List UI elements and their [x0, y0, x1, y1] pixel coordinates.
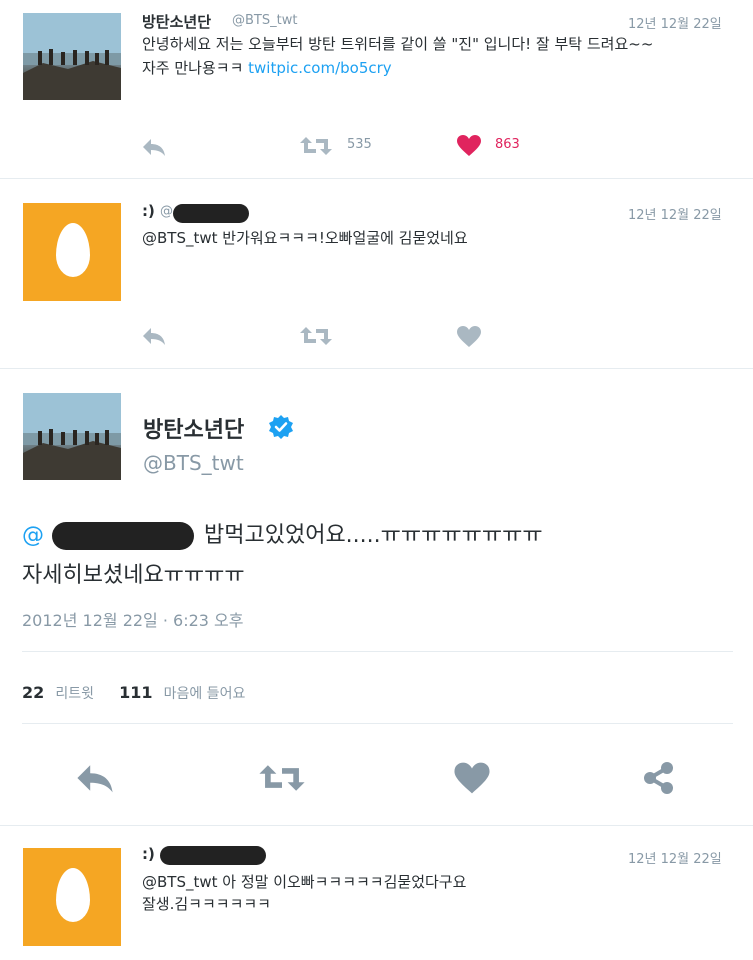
display-name[interactable]: 방탄소년단	[142, 11, 211, 32]
tweet-date[interactable]: 12년 12월 22일	[628, 13, 722, 32]
redacted-handle	[160, 846, 266, 865]
default-egg-avatar[interactable]	[23, 848, 121, 946]
reply-icon[interactable]	[141, 137, 167, 157]
tweet-link[interactable]: twitpic.com/bo5cry	[248, 59, 392, 77]
mention-link[interactable]: @	[22, 523, 44, 548]
tweet-text: 안녕하세요 저는 오늘부터 방탄 트위터를 같이 쓸 "진" 입니다! 잘 부탁…	[142, 35, 654, 53]
retweet-icon[interactable]	[299, 325, 333, 347]
tweet-date[interactable]: 12년 12월 22일	[628, 848, 722, 867]
tweet-text-line2: 잘생.김ㅋㅋㅋㅋㅋㅋ	[142, 895, 271, 913]
tweet-text-fragment: 밥먹고있었어요.....ㅠㅠㅠㅠㅠㅠㅠㅠ	[204, 523, 543, 548]
user-handle[interactable]: @	[160, 204, 173, 219]
verified-badge-icon	[269, 415, 293, 439]
heart-icon[interactable]	[453, 761, 491, 795]
like-label[interactable]: 마음에 들어요	[164, 686, 246, 702]
retweet-count[interactable]: 22	[22, 683, 44, 702]
like-count[interactable]: 111	[119, 683, 152, 702]
display-name[interactable]: 방탄소년단	[143, 412, 244, 444]
tweet-date[interactable]: 12년 12월 22일	[628, 204, 722, 223]
tweet-text-line2: 자주 만나용ㅋㅋ twitpic.com/bo5cry	[142, 57, 392, 79]
tweet-timestamp[interactable]: 2012년 12월 22일 · 6:23 오후	[22, 607, 243, 631]
divider	[0, 825, 753, 826]
tweet-stats: 22 리트윗 111 마음에 들어요	[22, 683, 245, 703]
divider	[22, 723, 733, 724]
like-count[interactable]: 863	[495, 137, 520, 152]
divider	[0, 368, 753, 369]
display-name[interactable]: :)	[142, 202, 155, 220]
reply-icon[interactable]	[73, 762, 117, 794]
avatar[interactable]	[23, 393, 121, 480]
retweet-count[interactable]: 535	[347, 137, 372, 152]
user-handle[interactable]: @BTS_twt	[232, 13, 297, 28]
default-egg-avatar[interactable]	[23, 203, 121, 301]
reply-icon[interactable]	[141, 326, 167, 346]
divider	[22, 651, 733, 652]
display-name[interactable]: :)	[142, 845, 155, 863]
avatar[interactable]	[23, 13, 121, 100]
tweet-text-line2: 자세히보셨네요ㅠㅠㅠㅠ	[22, 563, 245, 588]
retweet-label[interactable]: 리트윗	[55, 686, 94, 702]
tweet-text: @BTS_twt 아 정말 이오빠ㅋㅋㅋㅋㅋ김묻었다구요	[142, 873, 467, 891]
heart-icon[interactable]	[456, 325, 482, 348]
group-photo-image	[23, 13, 121, 100]
tweet-text: @BTS_twt 반가워요ㅋㅋㅋ!오빠얼굴에 김묻었네요	[142, 229, 468, 247]
redacted-handle	[173, 204, 249, 223]
redacted-handle	[52, 522, 194, 550]
tweet-text-fragment: 자주 만나용ㅋㅋ	[142, 59, 244, 77]
share-icon[interactable]	[640, 759, 678, 797]
retweet-icon[interactable]	[258, 762, 306, 794]
divider	[0, 178, 753, 179]
retweet-icon[interactable]	[299, 135, 333, 157]
egg-icon	[56, 868, 90, 922]
group-photo-image	[23, 393, 121, 480]
egg-icon	[56, 223, 90, 277]
heart-icon[interactable]	[456, 134, 482, 157]
user-handle[interactable]: @BTS_twt	[143, 451, 244, 475]
